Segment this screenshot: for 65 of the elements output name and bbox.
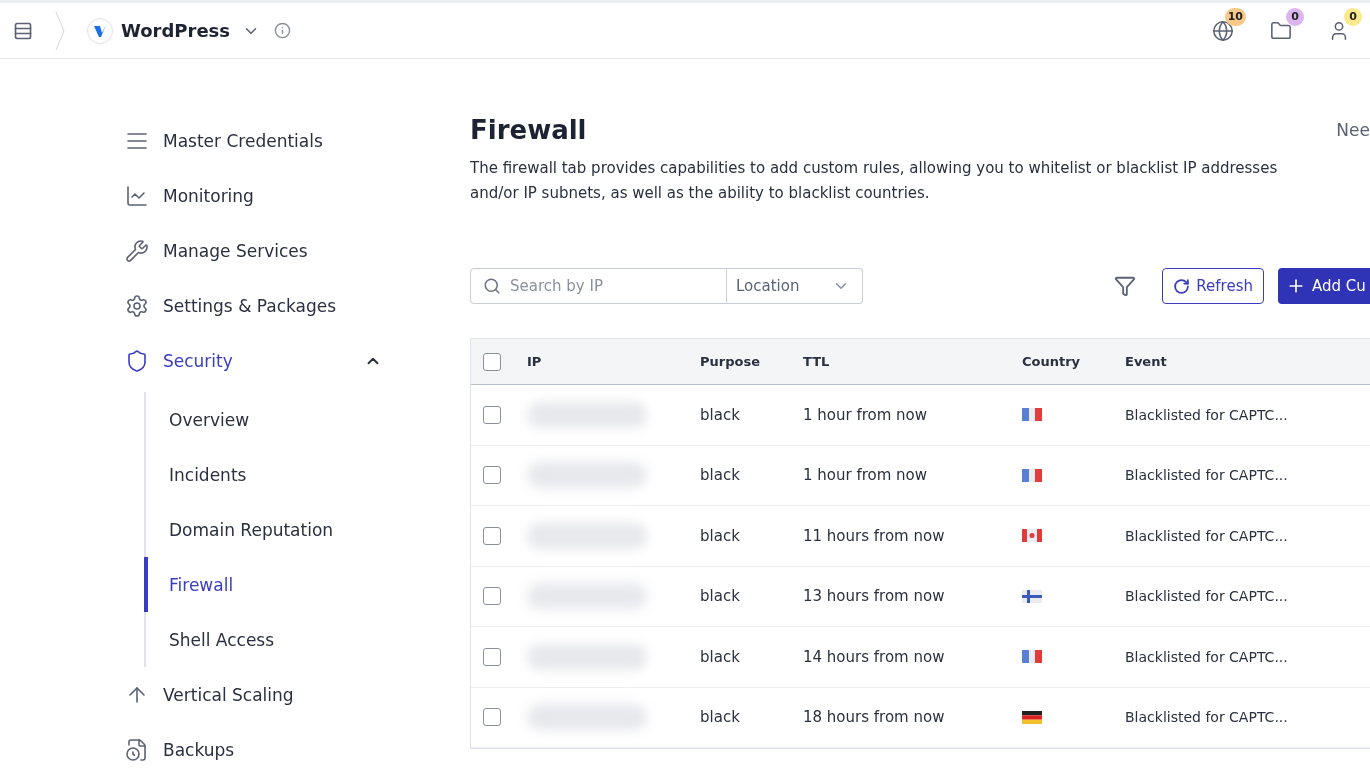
sidebar-subitem[interactable]: Shell Access <box>144 612 470 667</box>
column-header: Event <box>1125 354 1168 369</box>
table-cell-text: Blacklisted for CAPTC... <box>1125 709 1289 726</box>
line-chart-icon <box>125 183 149 208</box>
folder-icon[interactable] <box>1270 19 1292 42</box>
table-cell-text: Blacklisted for CAPTC... <box>1125 527 1289 544</box>
help-link[interactable]: Nee <box>1336 120 1370 140</box>
search-field[interactable]: Search by IP <box>470 268 727 304</box>
column-header: IP <box>527 354 543 369</box>
table-cell-text: Blacklisted for CAPTC... <box>1125 467 1289 484</box>
sidebar-item[interactable]: Manage Services <box>125 223 470 278</box>
column-header: Purpose <box>700 354 761 369</box>
table-cell-text: black <box>700 708 741 727</box>
sidebar-subitem[interactable]: Domain Reputation <box>144 502 470 557</box>
table-cell-text: 1 hour from now <box>803 466 929 485</box>
row-checkbox[interactable] <box>483 466 501 485</box>
sidebar-item[interactable]: Settings & Packages <box>125 278 470 333</box>
table-cell-text: black <box>700 587 741 606</box>
filter-icon[interactable] <box>1114 275 1137 297</box>
servers-icon[interactable] <box>13 20 33 41</box>
table-cell-text: 13 hours from now <box>803 587 946 606</box>
column-header: Country <box>1022 354 1082 369</box>
table-cell-text: Blacklisted for CAPTC... <box>1125 588 1289 605</box>
page-title: Firewall <box>470 115 587 145</box>
sidebar-item[interactable]: Monitoring <box>125 168 470 223</box>
table-cell-text: black <box>700 466 741 485</box>
info-icon[interactable] <box>274 22 292 39</box>
sidebar-item[interactable]: Backups <box>125 722 470 777</box>
refresh-icon <box>1173 277 1191 295</box>
table-cell-text: 14 hours from now <box>803 647 946 666</box>
row-checkbox[interactable] <box>483 708 501 727</box>
gear-icon <box>125 293 149 318</box>
table-cell-text: black <box>700 526 741 545</box>
select-all-checkbox[interactable] <box>483 352 501 371</box>
sidebar-item[interactable]: Master Credentials <box>125 113 470 168</box>
app-name: WordPress <box>121 20 231 41</box>
table-cell-text: black <box>700 647 741 666</box>
table-cell-text: 1 hour from now <box>803 405 929 424</box>
table-cell-text: 11 hours from now <box>803 526 946 545</box>
row-checkbox[interactable] <box>483 526 501 545</box>
globe-icon[interactable] <box>1212 19 1234 42</box>
row-checkbox[interactable] <box>483 587 501 606</box>
table-cell-text: black <box>700 405 741 424</box>
column-header: TTL <box>803 354 831 369</box>
page-description: The firewall tab provides capabilities to add custom rules, allowing you to whitelist or blacklist IP addresses and/or IP subnets, as well as the ability to blacklist countries. <box>470 158 1279 204</box>
sidebar-subitem[interactable]: Overview <box>144 392 470 447</box>
add-button[interactable]: Add Cu <box>1278 268 1370 304</box>
breadcrumb-separator-icon <box>55 10 65 51</box>
shield-icon <box>125 348 149 373</box>
refresh-button[interactable]: Refresh <box>1162 268 1264 304</box>
sidebar-item[interactable]: Vertical Scaling <box>125 667 470 722</box>
location-select[interactable]: Location <box>727 268 863 304</box>
count-badge: 0 <box>1286 7 1304 26</box>
search-icon <box>483 277 501 295</box>
file-clock-icon <box>125 737 149 762</box>
sidebar-item[interactable]: Security <box>125 333 470 388</box>
table-cell-text: Blacklisted for CAPTC... <box>1125 406 1289 423</box>
count-badge: 0 <box>1344 7 1362 26</box>
row-checkbox[interactable] <box>483 405 501 424</box>
table-cell-text: 18 hours from now <box>803 708 946 727</box>
table-cell-text: Blacklisted for CAPTC... <box>1125 648 1289 665</box>
count-badge: 10 <box>1224 7 1246 26</box>
row-checkbox[interactable] <box>483 647 501 666</box>
sidebar-subitem[interactable]: Incidents <box>144 447 470 502</box>
wrench-icon <box>125 238 149 263</box>
